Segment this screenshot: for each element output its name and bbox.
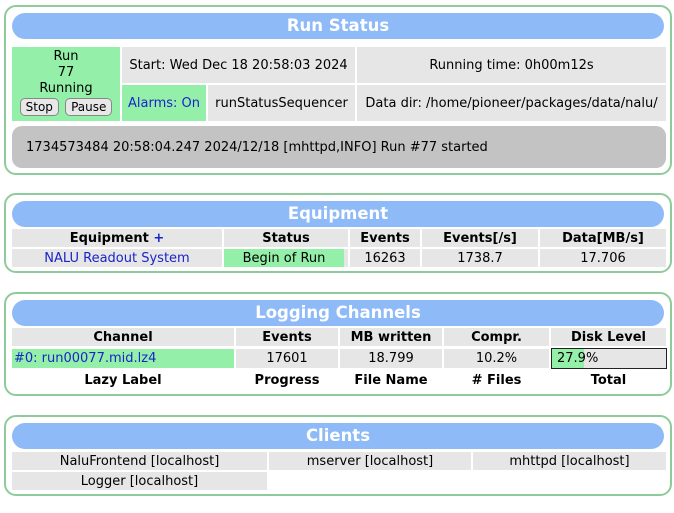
col-status: Status [224, 229, 348, 247]
channel-name: #0: run00077.mid.lz4 [14, 351, 157, 366]
equipment-status-badge: Begin of Run [224, 249, 344, 267]
run-status-title: Run Status [12, 13, 664, 39]
sequencer-status: runStatusSequencer [208, 85, 355, 121]
col-file-name: File Name [340, 371, 442, 389]
col-compr: Compr. [444, 328, 549, 346]
equipment-rate: 1738.7 [422, 249, 538, 267]
disk-level-text: 27.9% [557, 351, 599, 366]
client-item: Logger [localhost] [12, 472, 267, 490]
run-status-panel: Run Status Run 77 Running Stop Pause Sta… [4, 5, 672, 175]
run-controls: Stop Pause [19, 98, 114, 116]
run-state-box: Run 77 Running Stop Pause [12, 47, 120, 121]
equipment-title: Equipment [12, 201, 664, 227]
clients-title: Clients [12, 423, 664, 449]
disk-level-bar: 27.9% [551, 348, 667, 369]
col-data: Data[MB/s] [540, 229, 666, 247]
last-message: 1734573484 20:58:04.247 2024/12/18 [mhtt… [26, 139, 488, 155]
col-disk-level: Disk Level [551, 328, 666, 346]
logging-title: Logging Channels [12, 300, 664, 326]
run-label: Run [53, 49, 79, 64]
col-log-events: Events [236, 328, 338, 346]
client-item: NaluFrontend [localhost] [12, 452, 267, 470]
mb-written: 18.799 [340, 349, 442, 368]
add-equipment-button[interactable]: + [153, 231, 164, 246]
run-state: Running [39, 81, 93, 96]
start-time: Start: Wed Dec 18 20:58:03 2024 [122, 47, 355, 83]
col-total: Total [551, 371, 666, 389]
col-lazy-label: Lazy Label [12, 371, 234, 389]
equipment-status-cell: Begin of Run [224, 249, 348, 267]
col-num-files: # Files [444, 371, 549, 389]
log-events: 17601 [236, 349, 338, 368]
col-rate: Events[/s] [422, 229, 538, 247]
logging-panel: Logging Channels Channel Events MB writt… [4, 292, 672, 396]
equipment-events: 16263 [350, 249, 420, 267]
alarms-link[interactable]: Alarms: On [122, 85, 206, 121]
client-item: mhttpd [localhost] [473, 452, 666, 470]
col-mb-written: MB written [340, 328, 442, 346]
equipment-panel: Equipment Equipment + Status Events Even… [4, 193, 672, 273]
client-item: mserver [localhost] [269, 452, 471, 470]
running-time: Running time: 0h00m12s [357, 47, 666, 83]
clients-panel: Clients NaluFrontend [localhost] mserver… [4, 415, 672, 496]
equipment-name-link[interactable]: NALU Readout System [12, 249, 222, 267]
col-equipment: Equipment + [12, 229, 222, 247]
run-number: 77 [57, 65, 75, 80]
col-channel: Channel [12, 328, 234, 346]
equipment-data-rate: 17.706 [540, 249, 666, 267]
col-events: Events [350, 229, 420, 247]
data-dir: Data dir: /home/pioneer/packages/data/na… [357, 85, 666, 121]
pause-button[interactable]: Pause [65, 98, 113, 116]
col-progress: Progress [236, 371, 338, 389]
compression: 10.2% [444, 349, 549, 368]
channel-link[interactable]: #0: run00077.mid.lz4 [12, 349, 234, 368]
stop-button[interactable]: Stop [19, 98, 59, 116]
message-bar[interactable]: 1734573484 20:58:04.247 2024/12/18 [mhtt… [12, 126, 666, 168]
